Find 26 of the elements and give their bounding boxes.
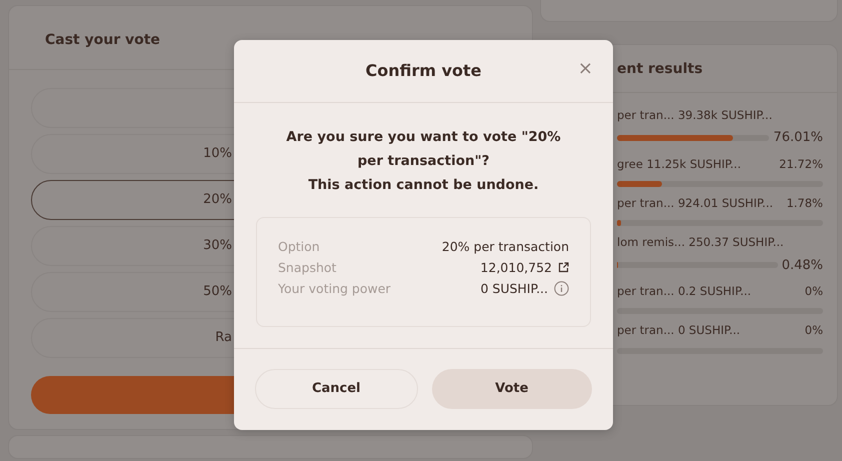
detail-value: 20% per transaction	[442, 238, 569, 256]
panel-title: ent results	[617, 61, 703, 77]
cancel-button[interactable]: Cancel	[255, 369, 418, 409]
detail-value: 0 SUSHIP...	[480, 280, 548, 298]
detail-value: 12,010,752	[480, 259, 552, 277]
external-link-icon[interactable]	[558, 262, 569, 273]
result-percent: 0%	[804, 283, 823, 300]
detail-label: Snapshot	[278, 259, 336, 277]
result-label: per tran... 0 SUSHIP...	[617, 322, 740, 340]
result-percent: 0.48%	[782, 256, 823, 274]
panel-title: Cast your vote	[45, 32, 160, 48]
detail-label: Option	[278, 238, 320, 256]
detail-label: Your voting power	[278, 280, 391, 298]
result-label: per tran... 39.38k SUSHIP...	[617, 107, 772, 124]
result-label: lom remis... 250.37 SUSHIP...	[617, 234, 784, 252]
result-label: per tran... 924.01 SUSHIP...	[617, 195, 774, 212]
result-percent: 1.78%	[786, 195, 823, 212]
dialog-title: Confirm vote	[365, 60, 482, 82]
result-label: gree 11.25k SUSHIP...	[617, 156, 741, 173]
result-percent: 0%	[804, 322, 823, 340]
info-icon[interactable]	[554, 281, 569, 296]
vote-button[interactable]: Vote	[432, 369, 592, 409]
result-percent: 76.01%	[773, 129, 823, 148]
result-label: per tran... 0.2 SUSHIP...	[617, 283, 752, 300]
result-percent: 21.72%	[779, 156, 823, 173]
confirm-message: Are you sure you want to vote "20% per transaction"? This action cannot be undone.	[285, 128, 562, 195]
